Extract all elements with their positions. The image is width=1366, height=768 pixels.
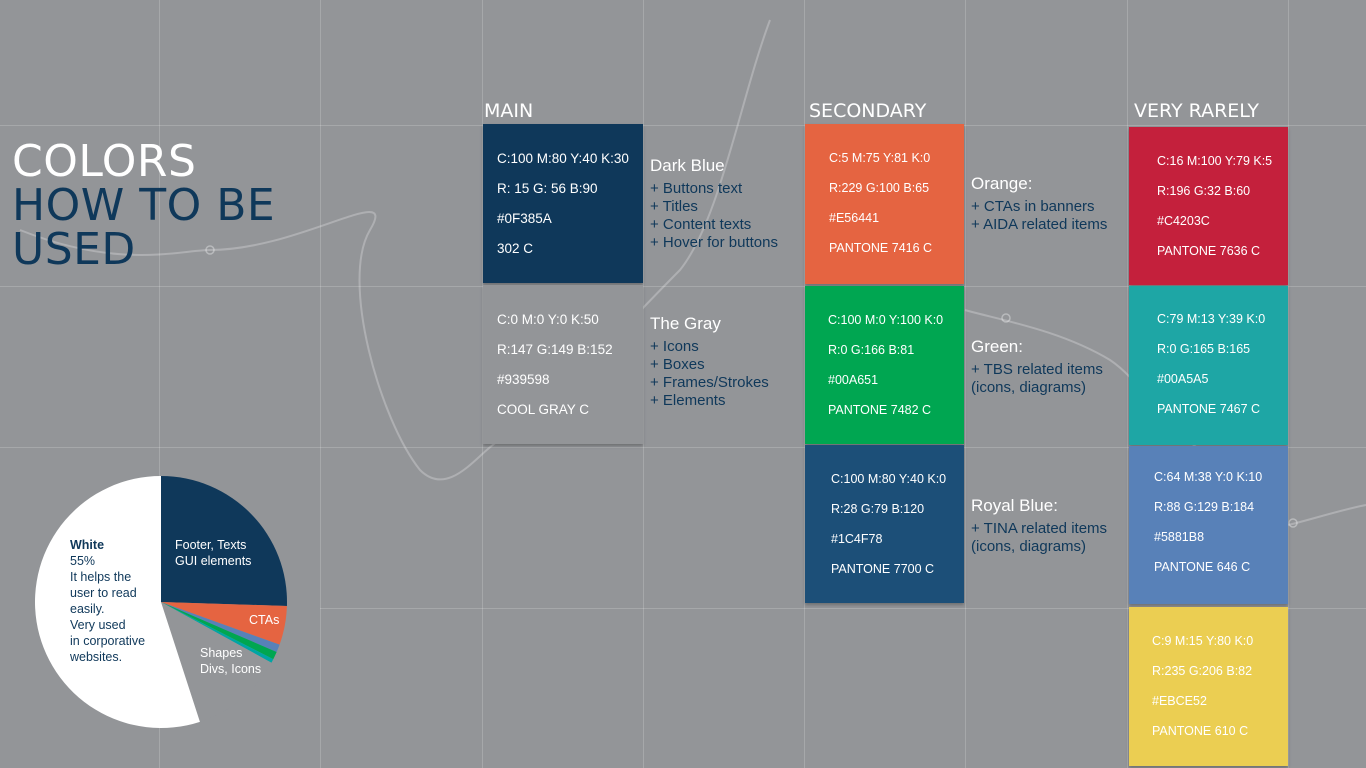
pie-label-white-title: White xyxy=(70,538,105,552)
grid-line xyxy=(320,0,321,768)
grid-line xyxy=(965,0,966,768)
description-item: + Buttons text xyxy=(650,180,743,197)
swatch-cmyk: C:9 M:15 Y:80 K:0 xyxy=(1152,634,1254,648)
section-heading-very-rarely: VERY RARELY xyxy=(1134,100,1259,122)
color-usage-pie-chart: White 55% It helps the user to read easi… xyxy=(34,475,288,729)
swatch-cmyk: C:0 M:0 Y:0 K:50 xyxy=(497,312,599,327)
swatch-pantone: PANTONE 7700 C xyxy=(831,562,935,576)
grid-line xyxy=(0,125,1366,126)
description-item: + TBS related items xyxy=(971,361,1103,378)
swatch-rgb: R:235 G:206 B:82 xyxy=(1152,664,1253,678)
pie-label-ctas: CTAs xyxy=(249,613,280,627)
swatch-royal-blue: C:100 M:80 Y:40 K:0 R:28 G:79 B:120 #1C4… xyxy=(805,445,964,603)
description-orange: Orange: + CTAs in banners + AIDA related… xyxy=(971,174,1107,234)
section-heading-main: MAIN xyxy=(484,100,534,122)
pie-label-navy-line: GUI elements xyxy=(175,554,252,568)
swatch-gray: C:0 M:0 Y:0 K:50 R:147 G:149 B:152 #9395… xyxy=(483,285,643,444)
pie-label-white-text: easily. xyxy=(70,602,105,616)
description-item: + Boxes xyxy=(650,356,705,373)
pie-label-white-text: user to read xyxy=(70,586,137,600)
swatch-steel-blue: C:64 M:38 Y:0 K:10 R:88 G:129 B:184 #588… xyxy=(1129,446,1288,604)
swatch-green: C:100 M:0 Y:100 K:0 R:0 G:166 B:81 #00A6… xyxy=(805,286,964,444)
section-heading-secondary: SECONDARY xyxy=(809,100,927,122)
swatch-cmyk: C:100 M:80 Y:40 K:30 xyxy=(497,151,629,166)
description-item: + Icons xyxy=(650,338,699,355)
description-item: + Content texts xyxy=(650,216,752,233)
swatch-cmyk: C:100 M:0 Y:100 K:0 xyxy=(828,313,944,327)
description-dark-blue: Dark Blue + Buttons text + Titles + Cont… xyxy=(650,156,778,252)
description-item: (icons, diagrams) xyxy=(971,379,1087,396)
pie-label-navy-line: Footer, Texts xyxy=(175,538,247,552)
pie-label-white-text: websites. xyxy=(70,650,123,664)
swatch-rgb: R:147 G:149 B:152 xyxy=(497,342,613,357)
swatch-rgb: R: 15 G: 56 B:90 xyxy=(497,181,598,196)
pie-label-white-text: Very used xyxy=(70,618,126,632)
grid-line xyxy=(1127,0,1128,768)
swatch-pantone: COOL GRAY C xyxy=(497,402,590,417)
swatch-rgb: R:0 G:165 B:165 xyxy=(1157,342,1251,356)
swatch-cmyk: C:64 M:38 Y:0 K:10 xyxy=(1154,470,1263,484)
swatch-pantone: PANTONE 7482 C xyxy=(828,403,932,417)
description-royal-blue: Royal Blue: + TINA related items (icons,… xyxy=(971,496,1107,556)
swatch-cmyk: C:16 M:100 Y:79 K:5 xyxy=(1157,154,1273,168)
swatch-rgb: R:28 G:79 B:120 xyxy=(831,502,925,516)
swatch-hex: #C4203C xyxy=(1157,214,1210,228)
pie-label-gray: Shapes Divs, Icons xyxy=(200,645,261,677)
swatch-rgb: R:196 G:32 B:60 xyxy=(1157,184,1251,198)
title-line-how-to-be: HOW TO BE xyxy=(12,180,276,231)
swatch-pantone: PANTONE 7636 C xyxy=(1157,244,1261,258)
swatch-hex: #5881B8 xyxy=(1154,530,1205,544)
swatch-hex: #1C4F78 xyxy=(831,532,883,546)
swatch-teal: C:79 M:13 Y:39 K:0 R:0 G:165 B:165 #00A5… xyxy=(1129,286,1288,445)
swatch-rgb: R:0 G:166 B:81 xyxy=(828,343,915,357)
title-line-used: USED xyxy=(12,224,136,275)
swatch-hex: #EBCE52 xyxy=(1152,694,1207,708)
pie-label-gray-line: Shapes xyxy=(200,646,243,660)
swatch-pantone: PANTONE 7467 C xyxy=(1157,402,1261,416)
swatch-dark-blue: C:100 M:80 Y:40 K:30 R: 15 G: 56 B:90 #0… xyxy=(483,124,643,283)
swatch-hex: #00A5A5 xyxy=(1157,372,1209,386)
description-title: The Gray xyxy=(650,314,721,333)
title-line-colors: COLORS xyxy=(12,136,197,187)
pie-label-white-percent: 55% xyxy=(70,554,96,568)
swatch-hex: #00A651 xyxy=(828,373,879,387)
swatch-yellow: C:9 M:15 Y:80 K:0 R:235 G:206 B:82 #EBCE… xyxy=(1129,607,1288,766)
swatch-pantone: PANTONE 610 C xyxy=(1152,724,1249,738)
description-item: + Elements xyxy=(650,392,726,409)
swatch-rgb: R:88 G:129 B:184 xyxy=(1154,500,1255,514)
description-item: + Titles xyxy=(650,198,698,215)
pie-label-white: White 55% It helps the user to read easi… xyxy=(70,537,145,665)
description-item: + AIDA related items xyxy=(971,216,1108,233)
swatch-cmyk: C:5 M:75 Y:81 K:0 xyxy=(829,151,931,165)
pie-label-white-text: in corporative xyxy=(70,634,146,648)
description-item: + TINA related items xyxy=(971,520,1108,537)
pie-label-navy: Footer, Texts GUI elements xyxy=(175,537,251,569)
swatch-red: C:16 M:100 Y:79 K:5 R:196 G:32 B:60 #C42… xyxy=(1129,127,1288,285)
grid-line xyxy=(643,0,644,768)
swatch-hex: #939598 xyxy=(497,372,550,387)
grid-line xyxy=(1288,0,1289,768)
swatch-cmyk: C:79 M:13 Y:39 K:0 xyxy=(1157,312,1266,326)
swatch-cmyk: C:100 M:80 Y:40 K:0 xyxy=(831,472,947,486)
swatch-hex: #E56441 xyxy=(829,211,880,225)
description-gray: The Gray + Icons + Boxes + Frames/Stroke… xyxy=(650,314,769,410)
description-item: + Frames/Strokes xyxy=(650,374,769,391)
swatch-hex: #0F385A xyxy=(497,211,552,226)
description-title: Dark Blue xyxy=(650,156,725,175)
pie-label-gray-line: Divs, Icons xyxy=(200,662,262,676)
description-title: Royal Blue: xyxy=(971,496,1058,515)
swatch-rgb: R:229 G:100 B:65 xyxy=(829,181,930,195)
swatch-pantone: PANTONE 7416 C xyxy=(829,241,933,255)
swatch-orange: C:5 M:75 Y:81 K:0 R:229 G:100 B:65 #E564… xyxy=(805,124,964,284)
description-item: (icons, diagrams) xyxy=(971,538,1087,555)
description-title: Orange: xyxy=(971,174,1033,193)
description-green: Green: + TBS related items (icons, diagr… xyxy=(971,337,1103,397)
swatch-pantone: 302 C xyxy=(497,241,534,256)
swatch-pantone: PANTONE 646 C xyxy=(1154,560,1251,574)
description-item: + Hover for buttons xyxy=(650,234,778,251)
description-item: + CTAs in banners xyxy=(971,198,1095,215)
description-title: Green: xyxy=(971,337,1023,356)
page-title: COLORS HOW TO BE USED xyxy=(12,140,275,272)
pie-label-white-text: It helps the xyxy=(70,570,132,584)
